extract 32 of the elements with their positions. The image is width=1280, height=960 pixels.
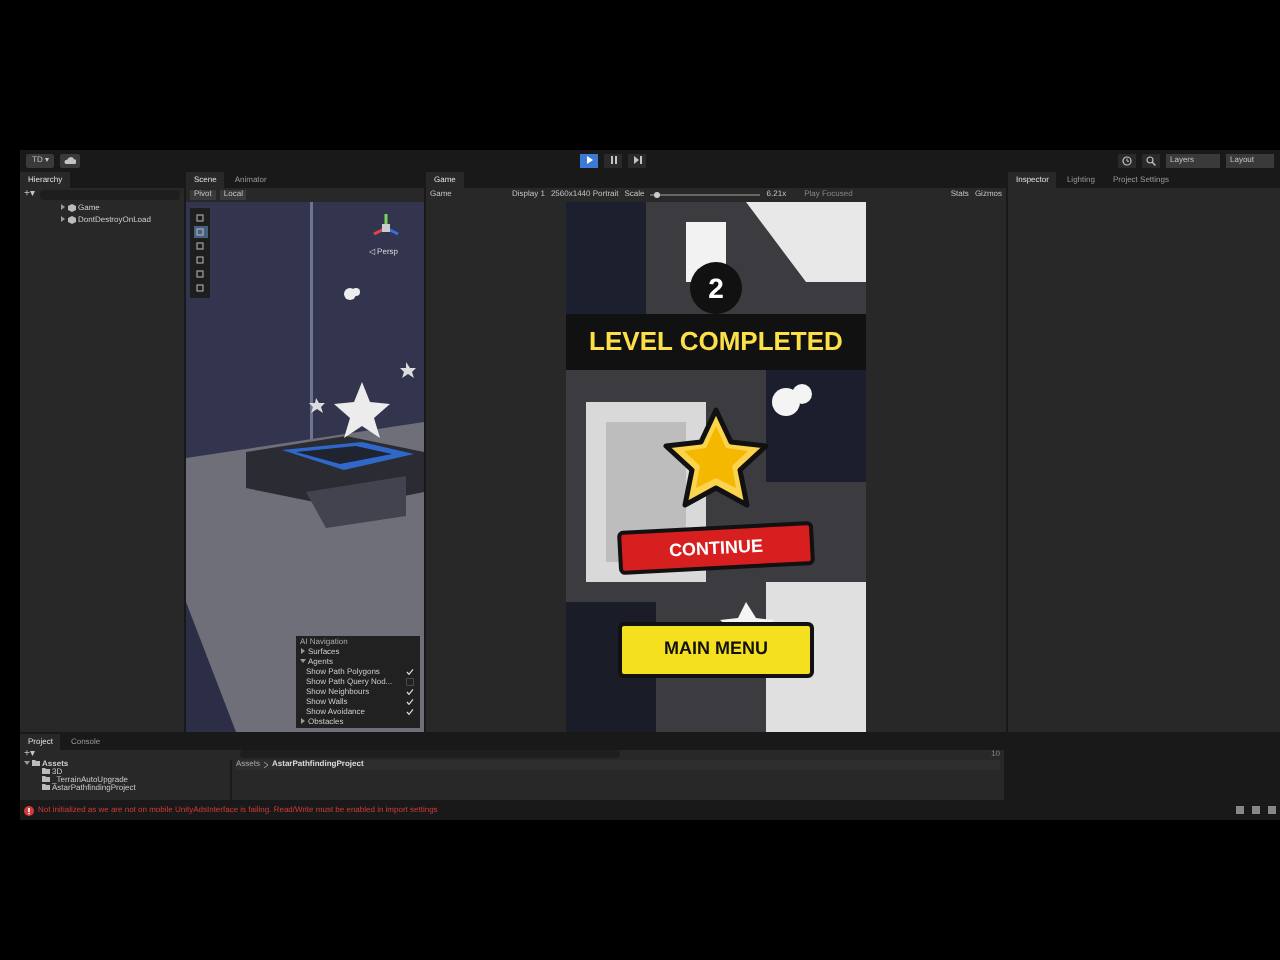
play-icon xyxy=(585,156,593,165)
checkbox[interactable] xyxy=(406,677,414,686)
level-completed-banner: LEVEL COMPLETED xyxy=(566,313,866,370)
slider-thumb[interactable] xyxy=(653,191,660,198)
move-tool-button[interactable] xyxy=(193,225,207,238)
pause-icon xyxy=(609,156,617,165)
search-icon xyxy=(1146,155,1156,166)
history-icon xyxy=(1122,155,1132,166)
chevron-right-icon xyxy=(264,761,269,768)
cloud-icon xyxy=(64,156,77,165)
expand-arrow-icon[interactable] xyxy=(24,760,30,767)
scale-tool-button[interactable] xyxy=(193,253,207,266)
hand-tool-button[interactable] xyxy=(193,211,207,224)
expand-arrow-icon[interactable] xyxy=(60,204,66,211)
main-menu-button[interactable]: MAIN MENU xyxy=(618,621,814,678)
rect-tool-button[interactable] xyxy=(193,267,207,280)
play-button[interactable] xyxy=(580,153,598,168)
cloud-button[interactable] xyxy=(60,153,81,168)
step-button[interactable] xyxy=(628,153,646,168)
expand-arrow-icon[interactable] xyxy=(300,718,306,725)
star-icon xyxy=(660,405,772,514)
expand-arrow-icon[interactable] xyxy=(300,658,306,665)
search-button[interactable] xyxy=(1142,153,1160,168)
expand-arrow-icon[interactable] xyxy=(60,216,66,223)
history-button[interactable] xyxy=(1118,153,1136,168)
rotate-tool-button[interactable] xyxy=(193,239,207,252)
expand-arrow-icon[interactable] xyxy=(300,648,306,655)
transform-tool-button[interactable] xyxy=(193,281,207,294)
pause-button[interactable] xyxy=(604,153,622,168)
step-icon xyxy=(633,156,641,165)
search-field[interactable] xyxy=(239,750,620,759)
error-icon xyxy=(24,805,34,816)
